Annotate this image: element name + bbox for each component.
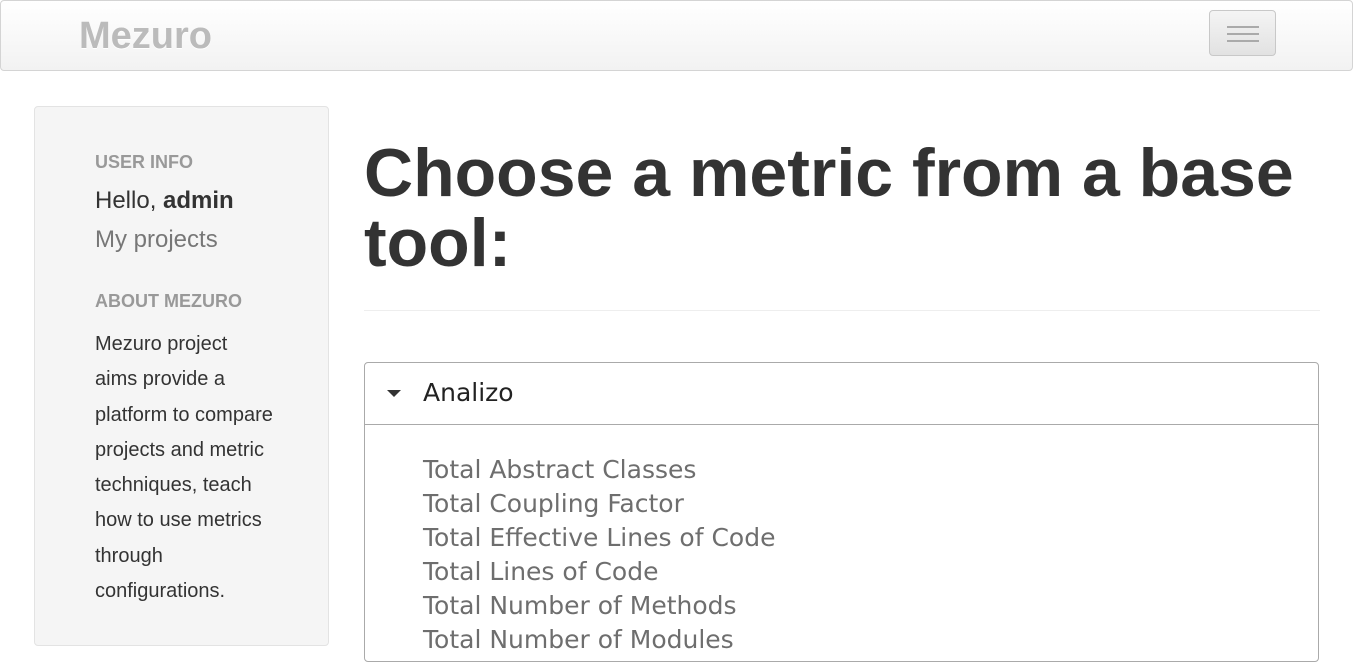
divider [364,310,1320,311]
menu-toggle-button[interactable] [1209,10,1276,56]
brand-logo[interactable]: Mezuro [79,15,212,58]
about-text: Mezuro project aims provide a platform t… [95,333,273,603]
username: admin [163,187,234,214]
caret-down-icon [387,390,401,397]
metric-list: Total Abstract Classes Total Coupling Fa… [423,453,775,657]
sidebar: USER INFO Hello, admin My projects ABOUT… [34,106,329,646]
hamburger-icon-bar [1227,33,1259,35]
page-title: Choose a metric from a base tool: [364,135,1294,281]
about-header: ABOUT MEZURO [95,291,242,311]
metric-link[interactable]: Total Effective Lines of Code [423,521,775,555]
hamburger-icon-bar [1227,40,1259,42]
greeting-text: Hello, [95,187,164,214]
metric-link[interactable]: Total Coupling Factor [423,487,775,521]
metric-link[interactable]: Total Abstract Classes [423,453,775,487]
greeting: Hello, admin [95,187,234,215]
hamburger-icon [1227,26,1259,28]
metric-link[interactable]: Total Number of Modules [423,623,775,657]
navbar: Mezuro [0,0,1353,71]
accordion-header[interactable]: Analizo [365,363,1318,425]
metric-link[interactable]: Total Number of Methods [423,589,775,623]
my-projects-link[interactable]: My projects [95,226,218,254]
user-info-header: USER INFO [95,152,194,172]
accordion-title: Analizo [423,378,514,407]
metric-link[interactable]: Total Lines of Code [423,555,775,589]
base-tool-accordion: Analizo Total Abstract Classes Total Cou… [364,362,1319,662]
